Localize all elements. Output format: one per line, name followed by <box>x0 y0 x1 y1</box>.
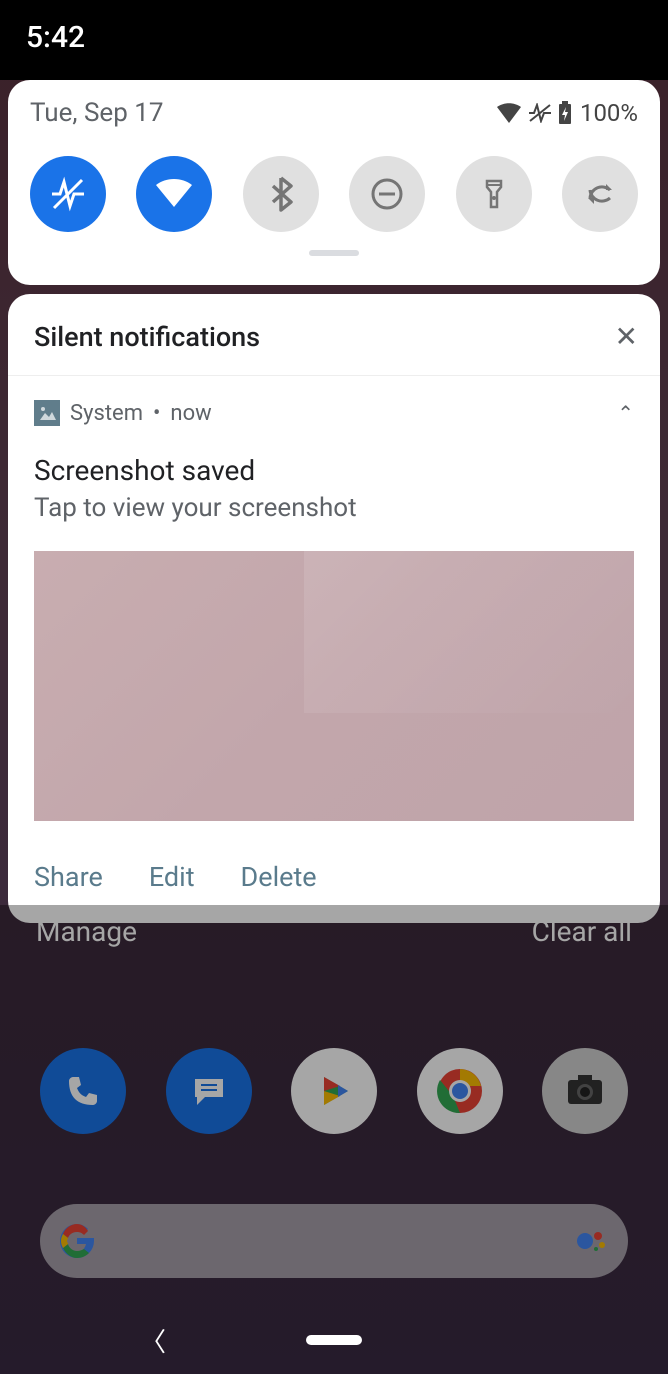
chrome-app-icon[interactable] <box>417 1048 503 1134</box>
pulse-icon <box>48 174 88 214</box>
qs-tiles <box>30 156 638 232</box>
notification-panel: Silent notifications ✕ System • now ⌃ Sc… <box>8 294 660 923</box>
wifi-icon <box>153 173 195 215</box>
notif-actions: Share Edit Delete <box>34 861 634 893</box>
notif-app-name: System <box>70 401 143 426</box>
manage-button[interactable]: Manage <box>36 915 137 948</box>
notif-footer: Manage Clear all <box>0 915 668 948</box>
notification-card[interactable]: System • now ⌃ Screenshot saved Tap to v… <box>8 376 660 923</box>
google-g-icon <box>60 1224 94 1258</box>
flashlight-icon <box>474 174 514 214</box>
clear-all-button[interactable]: Clear all <box>532 915 632 948</box>
rotate-icon <box>580 174 620 214</box>
assistant-icon[interactable] <box>574 1224 608 1258</box>
dock <box>40 1048 628 1134</box>
edit-button[interactable]: Edit <box>149 861 195 893</box>
silent-header: Silent notifications ✕ <box>8 294 660 376</box>
battery-icon <box>558 101 572 125</box>
camera-app-icon[interactable] <box>542 1048 628 1134</box>
qs-tile-dnd[interactable] <box>349 156 425 232</box>
back-icon[interactable]: 〈 <box>140 1322 166 1359</box>
qs-tile-rotate[interactable] <box>562 156 638 232</box>
silent-title: Silent notifications <box>34 321 260 353</box>
notif-subtitle: Tap to view your screenshot <box>34 493 634 523</box>
status-time: 5:42 <box>26 20 85 55</box>
nav-bar: 〈 <box>0 1320 668 1360</box>
notif-title: Screenshot saved <box>34 454 634 487</box>
notif-time: now <box>170 401 211 426</box>
qs-tile-pulse[interactable] <box>30 156 106 232</box>
qs-expand-handle[interactable] <box>309 250 359 256</box>
separator-dot: • <box>153 401 160 426</box>
chevron-up-icon[interactable]: ⌃ <box>617 401 634 425</box>
wifi-icon <box>496 103 522 123</box>
dim-overlay <box>0 905 668 1374</box>
qs-top-row: Tue, Sep 17 100% <box>30 98 638 128</box>
share-button[interactable]: Share <box>34 861 103 893</box>
messages-app-icon[interactable] <box>166 1048 252 1134</box>
qs-date[interactable]: Tue, Sep 17 <box>30 98 164 128</box>
status-bar-bg <box>0 0 668 80</box>
qs-status-icons: 100% <box>496 99 638 127</box>
battery-text: 100% <box>580 99 638 127</box>
play-store-app-icon[interactable] <box>291 1048 377 1134</box>
pulse-icon <box>528 103 552 123</box>
bluetooth-icon <box>261 174 301 214</box>
delete-button[interactable]: Delete <box>241 861 317 893</box>
notif-app-row: System • now ⌃ <box>34 400 634 426</box>
quick-settings-panel[interactable]: Tue, Sep 17 100% <box>8 80 660 285</box>
screen: 5:42 Tue, Sep 17 100% <box>0 0 668 1374</box>
phone-app-icon[interactable] <box>40 1048 126 1134</box>
search-bar[interactable] <box>40 1204 628 1278</box>
close-icon[interactable]: ✕ <box>615 320 638 353</box>
qs-tile-flashlight[interactable] <box>456 156 532 232</box>
home-pill[interactable] <box>306 1335 362 1345</box>
dnd-icon <box>367 174 407 214</box>
qs-tile-bluetooth[interactable] <box>243 156 319 232</box>
screenshot-preview[interactable] <box>34 551 634 821</box>
image-icon <box>34 400 60 426</box>
qs-tile-wifi[interactable] <box>136 156 212 232</box>
